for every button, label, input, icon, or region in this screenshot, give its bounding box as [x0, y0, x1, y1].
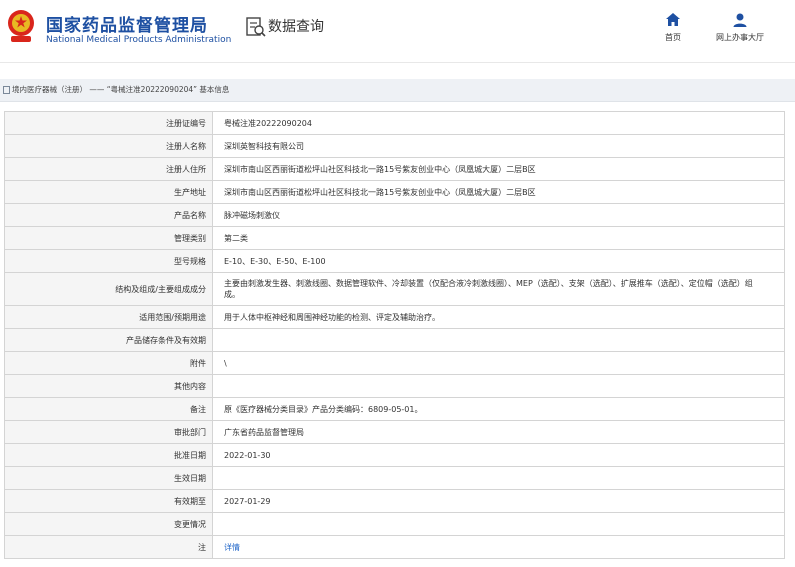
row-value: 2027-01-29 — [212, 489, 785, 513]
breadcrumb-separator: —— — [87, 85, 107, 94]
table-row: 生产地址 深圳市南山区西丽街道松坪山社区科技北一路15号紫友创业中心（凤凰城大厦）… — [4, 180, 785, 204]
row-value: 粤械注准20222090204 — [212, 111, 785, 135]
row-key: 有效期至 — [4, 489, 213, 513]
row-key: 变更情况 — [4, 512, 213, 536]
row-value: 用于人体中枢神经和周围神经功能的检测、评定及辅助治疗。 — [212, 305, 785, 329]
table-row: 型号规格 E-10、E-30、E-50、E-100 — [4, 249, 785, 273]
nav-online-hall[interactable]: 网上办事大厅 — [705, 12, 775, 43]
breadcrumb: 境内医疗器械（注册） —— “粤械注准20222090204” 基本信息 — [0, 79, 795, 102]
row-value: 深圳市南山区西丽街道松坪山社区科技北一路15号紫友创业中心（凤凰城大厦）二层B区 — [212, 180, 785, 204]
row-key: 审批部门 — [4, 420, 213, 444]
table-row: 变更情况 — [4, 512, 785, 536]
brand-title-en[interactable]: National Medical Products Administration — [46, 35, 231, 45]
table-row: 管理类别 第二类 — [4, 226, 785, 250]
table-row: 注 详情 — [4, 535, 785, 559]
row-key: 型号规格 — [4, 249, 213, 273]
row-value — [212, 328, 785, 352]
home-icon — [666, 13, 680, 26]
row-value — [212, 466, 785, 490]
row-value-cell: 详情 — [212, 535, 785, 559]
row-key: 生产地址 — [4, 180, 213, 204]
row-key: 注 — [4, 535, 213, 559]
details-link[interactable]: 详情 — [224, 543, 240, 552]
row-key: 管理类别 — [4, 226, 213, 250]
table-row: 注册证编号 粤械注准20222090204 — [4, 111, 785, 135]
row-key: 生效日期 — [4, 466, 213, 490]
table-row: 备注 原《医疗器械分类目录》产品分类编码：6809-05-01。 — [4, 397, 785, 421]
detail-table: 注册证编号 粤械注准20222090204 注册人名称 深圳英智科技有限公司 注册人… — [4, 111, 785, 559]
table-row: 注册人名称 深圳英智科技有限公司 — [4, 134, 785, 158]
table-row: 产品储存条件及有效期 — [4, 328, 785, 352]
table-row: 批准日期 2022-01-30 — [4, 443, 785, 467]
user-icon — [733, 13, 747, 27]
table-row: 结构及组成/主要组成成分 主要由刺激发生器、刺激线圈、数据管理软件、冷却装置（仅配… — [4, 272, 785, 306]
table-row: 适用范围/预期用途 用于人体中枢神经和周围神经功能的检测、评定及辅助治疗。 — [4, 305, 785, 329]
row-value: 深圳市南山区西丽街道松坪山社区科技北一路15号紫友创业中心（凤凰城大厦）二层B区 — [212, 157, 785, 181]
row-key: 注册人名称 — [4, 134, 213, 158]
data-query-icon — [246, 17, 266, 37]
table-row: 产品名称 脉冲磁场刺激仪 — [4, 203, 785, 227]
row-key: 备注 — [4, 397, 213, 421]
table-row: 生效日期 — [4, 466, 785, 490]
row-value: 脉冲磁场刺激仪 — [212, 203, 785, 227]
breadcrumb-current: “粤械注准20222090204” 基本信息 — [106, 85, 230, 94]
nav-home-label: 首页 — [665, 33, 681, 42]
row-value: \ — [212, 351, 785, 375]
nav-online-hall-label: 网上办事大厅 — [716, 33, 764, 42]
table-row: 其他内容 — [4, 374, 785, 398]
breadcrumb-path[interactable]: 境内医疗器械（注册） — [12, 85, 87, 94]
table-row: 有效期至 2027-01-29 — [4, 489, 785, 513]
row-key: 注册证编号 — [4, 111, 213, 135]
row-key: 产品储存条件及有效期 — [4, 328, 213, 352]
table-row: 注册人住所 深圳市南山区西丽街道松坪山社区科技北一路15号紫友创业中心（凤凰城大厦… — [4, 157, 785, 181]
row-value: 第二类 — [212, 226, 785, 250]
row-value: E-10、E-30、E-50、E-100 — [212, 249, 785, 273]
row-key: 注册人住所 — [4, 157, 213, 181]
row-value: 广东省药品监督管理局 — [212, 420, 785, 444]
row-value: 2022-01-30 — [212, 443, 785, 467]
row-value — [212, 374, 785, 398]
nav-home[interactable]: 首页 — [638, 12, 708, 43]
row-value: 主要由刺激发生器、刺激线圈、数据管理软件、冷却装置（仅配合液冷刺激线圈）、MEP… — [212, 272, 785, 306]
row-value — [212, 512, 785, 536]
row-key: 产品名称 — [4, 203, 213, 227]
row-value: 深圳英智科技有限公司 — [212, 134, 785, 158]
table-row: 审批部门 广东省药品监督管理局 — [4, 420, 785, 444]
row-key: 适用范围/预期用途 — [4, 305, 213, 329]
brand-title-cn[interactable]: 国家药品监督管理局 — [46, 11, 208, 36]
table-row: 附件 \ — [4, 351, 785, 375]
row-key: 其他内容 — [4, 374, 213, 398]
national-emblem-icon — [8, 10, 34, 42]
row-key: 附件 — [4, 351, 213, 375]
row-value: 原《医疗器械分类目录》产品分类编码：6809-05-01。 — [212, 397, 785, 421]
header-divider — [0, 62, 795, 77]
row-key: 批准日期 — [4, 443, 213, 467]
data-query-title: 数据查询 — [268, 19, 324, 35]
site-header: 国家药品监督管理局 National Medical Products Admi… — [0, 0, 795, 62]
document-icon — [3, 86, 10, 94]
row-key: 结构及组成/主要组成成分 — [4, 272, 213, 306]
